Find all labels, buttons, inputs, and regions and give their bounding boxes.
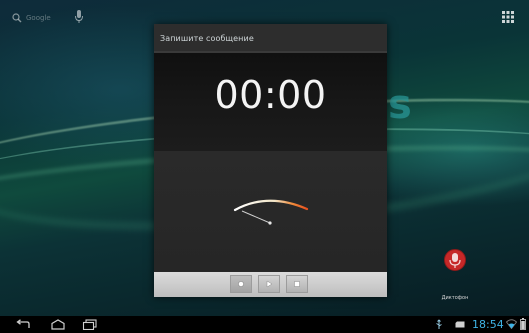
back-icon[interactable]: [15, 319, 31, 330]
apps-icon[interactable]: [502, 11, 514, 23]
dialog-header: Запишите сообщение: [154, 24, 387, 53]
recent-apps-icon[interactable]: [82, 319, 98, 330]
recorder-app-shortcut[interactable]: Диктофон: [438, 246, 472, 301]
voice-recorder-dialog: Запишите сообщение 00:00: [154, 24, 387, 297]
play-button[interactable]: [258, 275, 280, 293]
play-icon: [266, 280, 273, 288]
wifi-icon: [506, 319, 517, 329]
battery-icon: [520, 318, 526, 330]
playback-controls: [154, 272, 387, 297]
mic-icon[interactable]: [74, 9, 84, 25]
search-icon: [12, 13, 22, 23]
status-clock: 18:54: [472, 318, 504, 331]
google-search-bar[interactable]: Google: [12, 9, 51, 27]
system-navigation-bar: 18:54: [0, 316, 529, 333]
record-button[interactable]: [230, 275, 252, 293]
background-widget-fragment: s: [388, 82, 412, 128]
stop-icon: [294, 281, 300, 287]
recording-timer: 00:00: [214, 73, 327, 117]
home-icon[interactable]: [50, 319, 66, 330]
dialog-title: Запишите сообщение: [160, 34, 254, 43]
search-label: Google: [26, 14, 51, 22]
recorder-app-label: Диктофон: [441, 295, 469, 301]
record-icon: [238, 281, 244, 287]
stop-button[interactable]: [286, 275, 308, 293]
usb-icon: [436, 319, 442, 329]
vu-meter-icon: [233, 199, 309, 225]
sd-card-icon: [455, 321, 465, 328]
microphone-recorder-icon: [444, 249, 466, 271]
